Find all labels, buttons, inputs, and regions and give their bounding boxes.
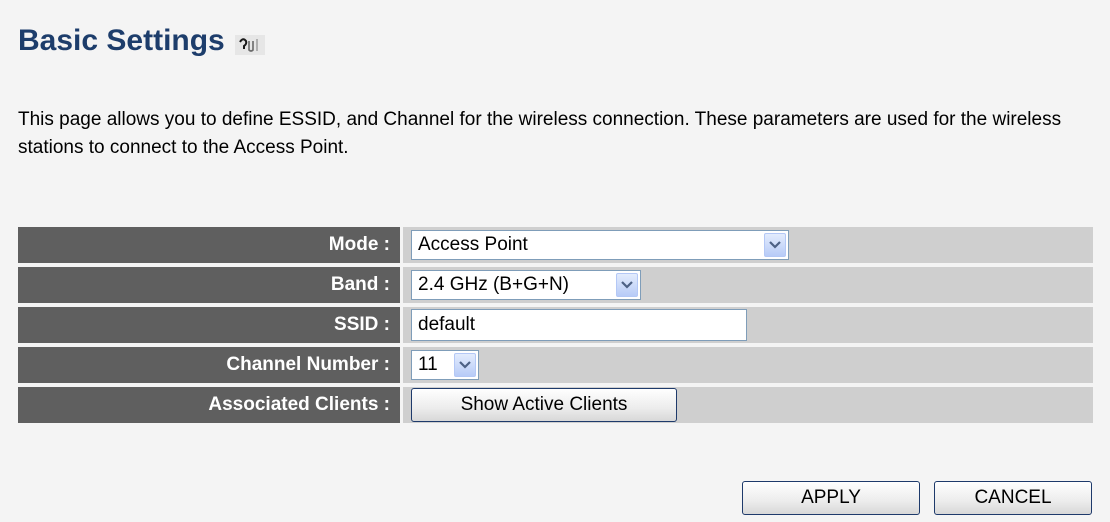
- band-select-value: 2.4 GHz (B+G+N): [418, 274, 569, 295]
- ssid-label: SSID :: [18, 307, 400, 343]
- settings-table: Mode : Access Point Band : 2.4 GHz (B+G+…: [18, 227, 1093, 427]
- channel-label: Channel Number :: [18, 347, 400, 383]
- chevron-down-icon[interactable]: [616, 273, 638, 297]
- help-icon[interactable]: [234, 33, 265, 55]
- show-active-clients-button[interactable]: Show Active Clients: [411, 388, 677, 422]
- band-row: Band : 2.4 GHz (B+G+N): [18, 267, 1093, 303]
- mode-value-cell: Access Point: [403, 227, 1093, 263]
- page-title: Basic Settings: [18, 24, 225, 57]
- channel-select-value: 11: [418, 354, 438, 375]
- chevron-down-icon[interactable]: [454, 353, 476, 377]
- ssid-value-cell: default: [403, 307, 1093, 343]
- band-value-cell: 2.4 GHz (B+G+N): [403, 267, 1093, 303]
- mode-row: Mode : Access Point: [18, 227, 1093, 263]
- clients-value-cell: Show Active Clients: [403, 387, 1093, 423]
- clients-label: Associated Clients :: [18, 387, 400, 423]
- channel-value-cell: 11: [403, 347, 1093, 383]
- clients-row: Associated Clients : Show Active Clients: [18, 387, 1093, 423]
- ssid-input[interactable]: default: [411, 309, 747, 341]
- band-select[interactable]: 2.4 GHz (B+G+N): [411, 270, 641, 300]
- form-actions: APPLY CANCEL: [742, 481, 1092, 515]
- channel-row: Channel Number : 11: [18, 347, 1093, 383]
- mode-select-value: Access Point: [418, 234, 528, 255]
- basic-settings-page: Basic Settings This page allows you to d…: [0, 0, 1110, 522]
- band-label: Band :: [18, 267, 400, 303]
- title-row: Basic Settings: [18, 24, 265, 58]
- channel-select[interactable]: 11: [411, 350, 479, 380]
- page-description: This page allows you to define ESSID, an…: [18, 109, 1062, 158]
- mode-select[interactable]: Access Point: [411, 230, 789, 260]
- chevron-down-icon[interactable]: [764, 233, 786, 257]
- ssid-row: SSID : default: [18, 307, 1093, 343]
- cancel-button[interactable]: CANCEL: [934, 481, 1092, 515]
- mode-label: Mode :: [18, 227, 400, 263]
- apply-button[interactable]: APPLY: [742, 481, 920, 515]
